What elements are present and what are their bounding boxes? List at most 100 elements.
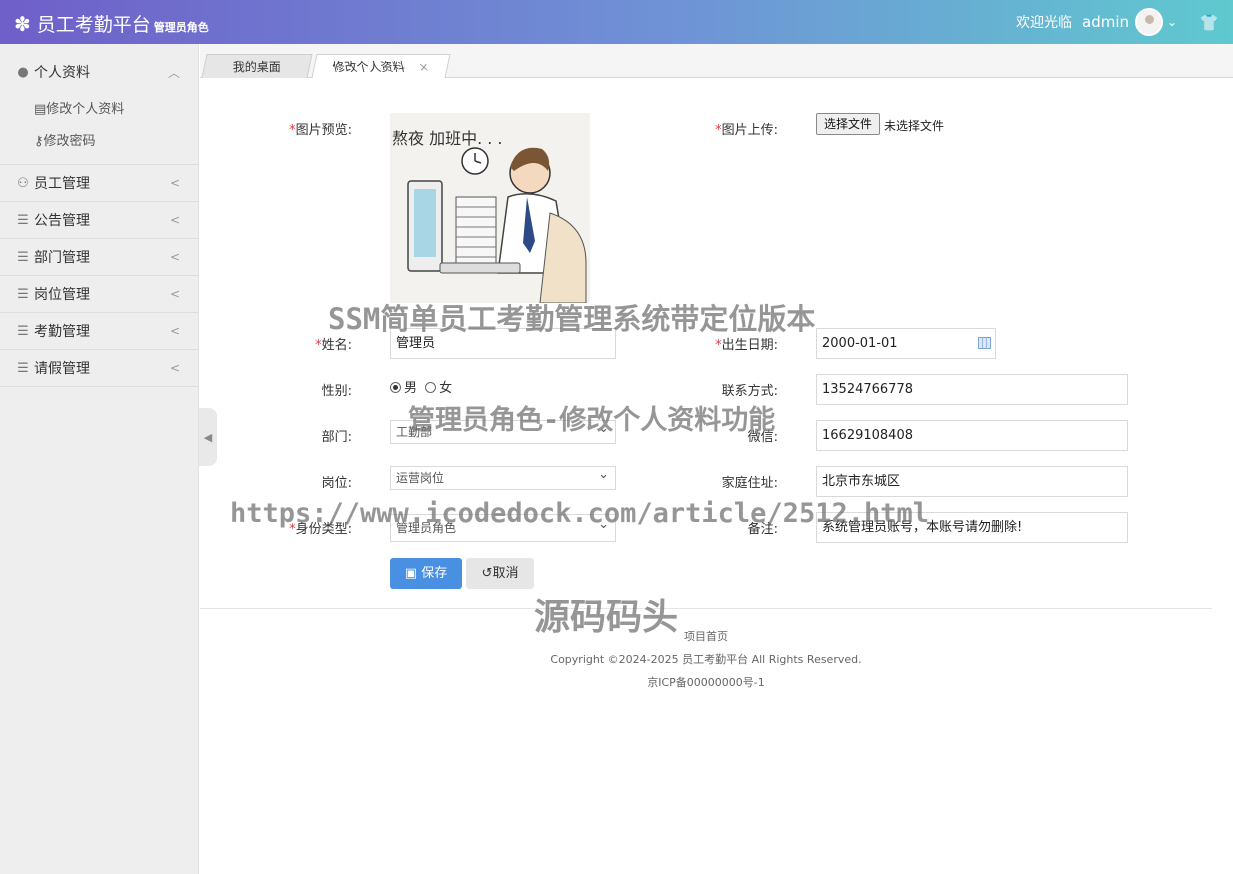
cancel-button[interactable]: ↺取消 bbox=[466, 558, 534, 589]
sidebar-item-leave[interactable]: ☰ 请假管理 < bbox=[0, 350, 198, 386]
identity-select[interactable]: 管理员角色 bbox=[390, 512, 616, 542]
preview-label: *图片预览: bbox=[289, 123, 352, 138]
calendar-icon[interactable] bbox=[978, 337, 991, 349]
sidebar-item-attendance[interactable]: ☰ 考勤管理 < bbox=[0, 313, 198, 349]
sidebar-group-posts: ☰ 岗位管理 < bbox=[0, 276, 198, 313]
person-icon: ● bbox=[17, 64, 29, 80]
image-preview: 熬夜 加班中. . . bbox=[390, 113, 590, 303]
sidebar-subitem-change-password[interactable]: ⚷修改密码 bbox=[0, 126, 198, 158]
chevron-left-icon: < bbox=[169, 176, 180, 190]
gender-radio-group: 男 女 bbox=[390, 377, 452, 396]
tab-label: 我的桌面 bbox=[232, 60, 281, 74]
role-subtitle: 管理员角色 bbox=[153, 21, 209, 34]
birth-label: *出生日期: bbox=[715, 338, 778, 353]
sidebar-item-notices[interactable]: ☰ 公告管理 < bbox=[0, 202, 198, 238]
gender-female-radio[interactable] bbox=[425, 382, 437, 393]
footer-home-link[interactable]: 项目首页 bbox=[200, 628, 1212, 644]
list-icon: ☰ bbox=[17, 212, 29, 228]
list-icon: ☰ bbox=[17, 360, 29, 376]
wechat-label: 微信: bbox=[747, 430, 778, 445]
tab-desktop[interactable]: 我的桌面 bbox=[201, 54, 313, 78]
dept-select[interactable]: 工勤部 bbox=[390, 418, 616, 444]
choose-file-button[interactable]: 选择文件 bbox=[816, 113, 881, 135]
post-select[interactable]: 运营岗位 bbox=[390, 464, 616, 490]
footer-icp[interactable]: 京ICP备00000000号-1 bbox=[200, 674, 1212, 690]
gender-female-label: 女 bbox=[439, 381, 453, 396]
sidebar-item-posts[interactable]: ☰ 岗位管理 < bbox=[0, 276, 198, 312]
sidebar-subitem-edit-profile[interactable]: ▤修改个人资料 bbox=[0, 94, 198, 126]
edit-profile-form: *图片预览: 熬夜 加班中. . . *图片上传: 选择文件 未选择文件 *姓名… bbox=[200, 78, 1233, 874]
sidebar-item-label: 个人资料 bbox=[34, 65, 90, 81]
chevron-left-icon: < bbox=[169, 213, 180, 227]
sidebar: ● 个人资料 ︿ ▤修改个人资料 ⚷修改密码 ⚇ 员工管理 < ☰ 公告管理 <… bbox=[0, 44, 199, 874]
sidebar-item-departments[interactable]: ☰ 部门管理 < bbox=[0, 239, 198, 275]
cancel-label: 取消 bbox=[492, 566, 519, 581]
username[interactable]: admin bbox=[1082, 13, 1129, 31]
phone-label: 联系方式: bbox=[721, 384, 778, 399]
sidebar-group-leave: ☰ 请假管理 < bbox=[0, 350, 198, 387]
avatar[interactable] bbox=[1135, 8, 1164, 36]
sidebar-subitem-label: 修改个人资料 bbox=[46, 102, 125, 117]
sidebar-subitem-label: 修改密码 bbox=[43, 134, 96, 149]
post-label: 岗位: bbox=[321, 476, 352, 491]
chevron-left-icon: < bbox=[169, 324, 180, 338]
theme-shirt-icon[interactable]: 👕 bbox=[1199, 13, 1219, 32]
birth-date-input[interactable]: 2000-01-01 bbox=[816, 328, 996, 359]
dept-label: 部门: bbox=[321, 430, 352, 445]
tab-bar: 我的桌面 修改个人资料 × bbox=[200, 44, 1233, 78]
remark-label: 备注: bbox=[747, 522, 778, 537]
gender-label: 性别: bbox=[321, 384, 352, 399]
sidebar-item-label: 员工管理 bbox=[34, 176, 90, 192]
chevron-left-icon: < bbox=[169, 250, 180, 264]
list-icon: ☰ bbox=[17, 323, 29, 339]
remark-input[interactable]: 系统管理员账号，本账号请勿删除! bbox=[816, 512, 1128, 543]
name-input[interactable]: 管理员 bbox=[390, 328, 616, 359]
close-icon[interactable]: × bbox=[416, 55, 431, 79]
address-label: 家庭住址: bbox=[721, 476, 778, 491]
sidebar-group-attendance: ☰ 考勤管理 < bbox=[0, 313, 198, 350]
sidebar-group-departments: ☰ 部门管理 < bbox=[0, 239, 198, 276]
gear-flower-icon: ✽ bbox=[14, 12, 31, 36]
address-input[interactable]: 北京市东城区 bbox=[816, 466, 1128, 497]
sidebar-item-label: 岗位管理 bbox=[34, 287, 90, 303]
sidebar-group-profile: ● 个人资料 ︿ ▤修改个人资料 ⚷修改密码 bbox=[0, 44, 198, 165]
key-icon: ⚷ bbox=[34, 134, 44, 149]
upload-label: *图片上传: bbox=[715, 123, 778, 138]
tab-label: 修改个人资料 bbox=[331, 60, 407, 74]
app-title: 员工考勤平台 bbox=[36, 14, 151, 36]
footer-divider bbox=[200, 608, 1212, 609]
identity-label: *身份类型: bbox=[289, 522, 352, 537]
top-header: ✽ 员工考勤平台 管理员角色 欢迎光临 admin ⌄ 👕 bbox=[0, 0, 1233, 44]
overtime-illustration bbox=[407, 147, 587, 303]
sidebar-submenu: ▤修改个人资料 ⚷修改密码 bbox=[0, 90, 198, 164]
list-icon: ☰ bbox=[17, 286, 29, 302]
chevron-left-icon: < bbox=[169, 361, 180, 375]
file-status: 未选择文件 bbox=[884, 119, 945, 133]
sidebar-group-employees: ⚇ 员工管理 < bbox=[0, 165, 198, 202]
sidebar-item-label: 考勤管理 bbox=[34, 324, 90, 340]
phone-input[interactable]: 13524766778 bbox=[816, 374, 1128, 405]
sidebar-item-label: 公告管理 bbox=[34, 213, 90, 229]
brand[interactable]: ✽ 员工考勤平台 管理员角色 bbox=[14, 10, 209, 37]
gender-male-label: 男 bbox=[404, 381, 418, 396]
gender-male-radio[interactable] bbox=[390, 382, 401, 393]
sidebar-group-notices: ☰ 公告管理 < bbox=[0, 202, 198, 239]
wechat-input[interactable]: 16629108408 bbox=[816, 420, 1128, 451]
sidebar-item-employees[interactable]: ⚇ 员工管理 < bbox=[0, 165, 198, 201]
sidebar-item-label: 部门管理 bbox=[34, 250, 90, 266]
birth-date-value: 2000-01-01 bbox=[822, 336, 898, 351]
chevron-down-icon[interactable]: ⌄ bbox=[1167, 15, 1177, 29]
floppy-icon: ▣ bbox=[404, 566, 422, 581]
undo-icon: ↺ bbox=[481, 566, 493, 581]
user-area: 欢迎光临 admin ⌄ 👕 bbox=[1016, 8, 1219, 36]
save-label: 保存 bbox=[421, 566, 448, 581]
chevron-up-icon: ︿ bbox=[167, 65, 180, 80]
sidebar-item-profile[interactable]: ● 个人资料 ︿ bbox=[0, 44, 198, 90]
footer-copyright: Copyright ©2024-2025 员工考勤平台 All Rights R… bbox=[550, 653, 862, 666]
edit-icon: ▤ bbox=[34, 102, 47, 117]
tab-edit-profile[interactable]: 修改个人资料 × bbox=[311, 54, 451, 79]
users-icon: ⚇ bbox=[17, 175, 29, 191]
chevron-left-icon: < bbox=[169, 287, 180, 301]
save-button[interactable]: ▣ 保存 bbox=[390, 558, 462, 589]
name-label: *姓名: bbox=[315, 338, 352, 353]
